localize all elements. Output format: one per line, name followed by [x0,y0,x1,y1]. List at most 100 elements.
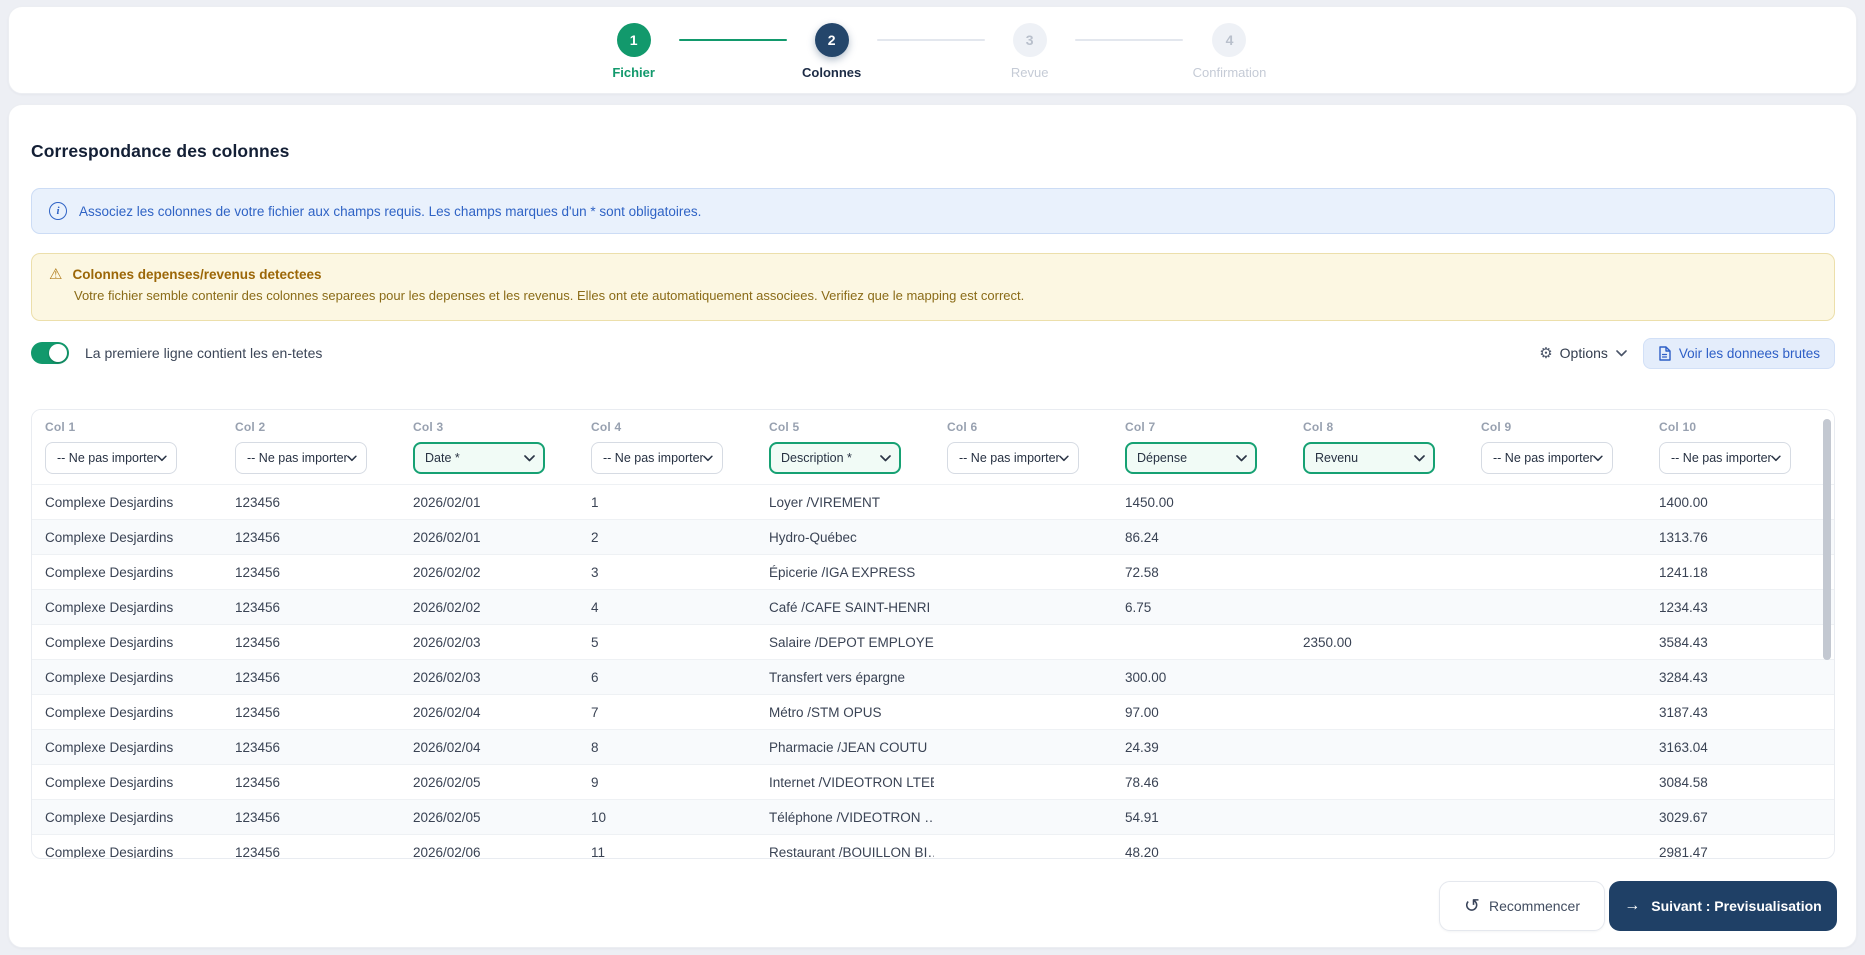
warning-banner: ⚠ Colonnes depenses/revenus detectees Vo… [31,253,1835,321]
table-cell: 2026/02/04 [413,739,481,755]
table-cell: 78.46 [1125,774,1159,790]
table-cell: Complexe Desjardins [45,599,174,615]
column-label: Col 8 [1303,420,1334,434]
table-cell: 3284.43 [1659,669,1708,685]
table-cell: 300.00 [1125,669,1167,685]
stepper-card: 1 Fichier 2 Colonnes 3 Revue 4 Confirmat… [8,6,1857,94]
column-mapping-select[interactable]: Revenu [1303,442,1435,474]
select-value: Dépense [1137,451,1188,465]
toggle-label: La premiere ligne contient les en-tetes [85,345,323,361]
column-mapping-select[interactable]: -- Ne pas importer -- [235,442,367,474]
table-cell: 123456 [235,704,281,720]
info-banner-text: Associez les colonnes de votre fichier a… [79,203,702,219]
table-cell: 2026/02/01 [413,529,481,545]
column-mapping-select[interactable]: Description * [769,442,901,474]
mapping-column-header: Col 5 Description * [756,420,934,474]
table-cell: 6 [591,669,599,685]
step-confirmation: 4 Confirmation [1192,23,1267,80]
table-cell: 2026/02/01 [413,494,481,510]
step-2-label: Colonnes [802,65,862,80]
mapping-column-header: Col 8 Revenu [1290,420,1468,474]
table-cell: 2 [591,529,599,545]
table-row: Complexe Desjardins 123456 2026/02/03 5 Sal… [32,625,1834,660]
column-label: Col 6 [947,420,978,434]
chevron-down-icon [880,454,891,461]
chevron-down-icon [157,455,167,461]
mapping-table: Col 1 -- Ne pas importer -- Col 2 -- Ne … [31,409,1835,859]
first-line-headers-toggle[interactable] [31,342,69,364]
table-cell: Restaurant /BOUILLON BI… [769,844,934,859]
next-button[interactable]: → Suivant : Previsualisation [1609,881,1837,931]
select-value: -- Ne pas importer -- [603,451,704,465]
table-cell: 1 [591,494,599,510]
select-value: -- Ne pas importer -- [1671,451,1772,465]
warning-triangle-icon: ⚠ [49,266,63,283]
next-label: Suivant : Previsualisation [1651,898,1822,914]
arrow-right-icon: → [1624,897,1641,914]
table-cell: Salaire /DEPOT EMPLOYE… [769,634,934,650]
column-mapping-select[interactable]: -- Ne pas importer -- [591,442,723,474]
table-row: Complexe Desjardins 123456 2026/02/05 10 Té… [32,800,1834,835]
table-cell: Transfert vers épargne [769,669,906,685]
column-label: Col 7 [1125,420,1156,434]
column-label: Col 3 [413,420,444,434]
table-cell: 2026/02/03 [413,669,481,685]
select-value: Date * [425,451,460,465]
step-1-label: Fichier [612,65,655,80]
warning-banner-body: Votre fichier semble contenir des colonn… [74,288,1025,303]
import-wizard-screen: 1 Fichier 2 Colonnes 3 Revue 4 Confirmat… [0,0,1865,955]
table-cell: Pharmacie /JEAN COUTU [769,739,928,755]
table-cell: Complexe Desjardins [45,669,174,685]
table-row: Complexe Desjardins 123456 2026/02/01 1 Loy… [32,485,1834,520]
table-cell: Complexe Desjardins [45,774,174,790]
header-row-toggle-row: La premiere ligne contient les en-tetes [31,337,322,369]
chevron-down-icon [1059,455,1069,461]
step-3-circle: 3 [1012,23,1047,57]
table-cell: Épicerie /IGA EXPRESS [769,564,916,580]
options-button[interactable]: ⚙ Options [1539,345,1627,361]
chevron-down-icon [1236,454,1247,461]
mapping-column-header: Col 1 -- Ne pas importer -- [32,420,222,474]
chevron-down-icon [524,454,535,461]
table-cell: 72.58 [1125,564,1159,580]
table-cell: 3 [591,564,599,580]
table-vertical-scrollbar[interactable] [1823,419,1831,660]
table-cell: 123456 [235,529,281,545]
table-cell: 2026/02/06 [413,844,481,859]
step-1-circle: 1 [616,23,651,57]
chevron-down-icon [703,455,713,461]
table-cell: 3187.43 [1659,704,1708,720]
column-mapping-select[interactable]: -- Ne pas importer -- [1481,442,1613,474]
stepper-connector [876,39,985,41]
mapping-column-header: Col 3 Date * [400,420,578,474]
table-cell: Complexe Desjardins [45,634,174,650]
table-cell: 2026/02/02 [413,564,481,580]
view-raw-data-button[interactable]: Voir les donnees brutes [1642,337,1835,369]
table-cell: 123456 [235,739,281,755]
table-cell: 54.91 [1125,809,1159,825]
select-value: -- Ne pas importer -- [959,451,1060,465]
column-label: Col 9 [1481,420,1512,434]
table-cell: Métro /STM OPUS [769,704,882,720]
column-mapping-select[interactable]: -- Ne pas importer -- [1659,442,1791,474]
column-mapping-select[interactable]: -- Ne pas importer -- [947,442,1079,474]
select-value: -- Ne pas importer -- [57,451,158,465]
table-cell: 123456 [235,844,281,859]
table-cell: 1241.18 [1659,564,1708,580]
mapping-header-row: Col 1 -- Ne pas importer -- Col 2 -- Ne … [32,410,1834,485]
column-mapping-select[interactable]: Date * [413,442,545,474]
table-cell: Complexe Desjardins [45,844,174,859]
step-fichier[interactable]: 1 Fichier [599,23,669,80]
step-4-label: Confirmation [1192,65,1267,80]
table-cell: Loyer /VIREMENT [769,494,881,510]
column-mapping-select[interactable]: -- Ne pas importer -- [45,442,177,474]
column-mapping-select[interactable]: Dépense [1125,442,1257,474]
table-cell: 4 [591,599,599,615]
chevron-down-icon [1771,455,1781,461]
restart-button[interactable]: ↺ Recommencer [1439,881,1605,931]
table-cell: 97.00 [1125,704,1159,720]
table-cell: 123456 [235,564,281,580]
step-colonnes[interactable]: 2 Colonnes [797,23,867,80]
table-cell: 2026/02/03 [413,634,481,650]
table-cell: Complexe Desjardins [45,739,174,755]
